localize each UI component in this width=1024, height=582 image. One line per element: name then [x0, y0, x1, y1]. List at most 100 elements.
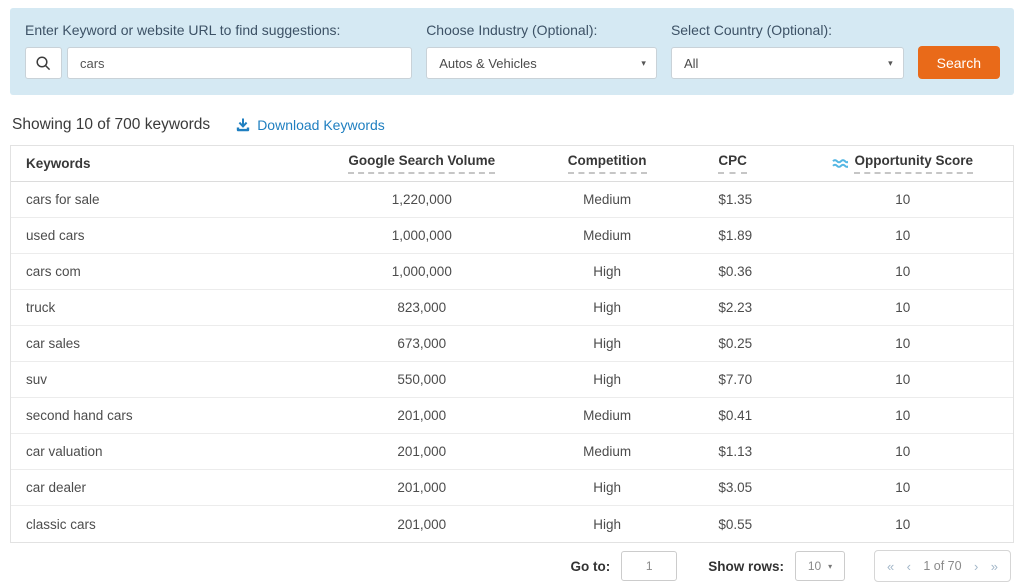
- cell-score: 10: [793, 444, 1013, 459]
- cell-volume: 550,000: [332, 372, 512, 387]
- keywords-table: Keywords Google Search Volume Competitio…: [10, 145, 1014, 543]
- cell-keyword: car valuation: [11, 444, 332, 459]
- download-keywords-link[interactable]: Download Keywords: [236, 117, 385, 133]
- keyword-input[interactable]: [67, 47, 412, 79]
- show-rows-select[interactable]: 10 ▾: [795, 551, 845, 581]
- cell-keyword: classic cars: [11, 517, 332, 532]
- industry-field-group: Choose Industry (Optional): Autos & Vehi…: [426, 22, 657, 79]
- cell-competition: High: [512, 264, 702, 279]
- country-selected-value: All: [684, 56, 698, 71]
- cell-score: 10: [793, 480, 1013, 495]
- cell-score: 10: [793, 372, 1013, 387]
- table-body: cars for sale1,220,000Medium$1.3510used …: [11, 182, 1013, 542]
- show-rows-selected-value: 10: [808, 559, 821, 573]
- pagination-current-page: 1 of 70: [923, 559, 961, 573]
- country-field-group: Select Country (Optional): All ▾: [671, 22, 904, 79]
- column-header-google-search-volume[interactable]: Google Search Volume: [332, 153, 512, 174]
- cell-cpc: $1.35: [702, 192, 792, 207]
- industry-select[interactable]: Autos & Vehicles ▾: [426, 47, 657, 79]
- cell-score: 10: [793, 408, 1013, 423]
- download-link-label: Download Keywords: [257, 117, 385, 133]
- cell-cpc: $0.25: [702, 336, 792, 351]
- dropdown-arrow-icon: ▾: [888, 58, 893, 69]
- dropdown-arrow-icon: ▾: [641, 58, 646, 69]
- cell-score: 10: [793, 192, 1013, 207]
- cell-volume: 201,000: [332, 444, 512, 459]
- cell-competition: Medium: [512, 444, 702, 459]
- show-rows-label: Show rows:: [708, 559, 784, 574]
- cell-volume: 823,000: [332, 300, 512, 315]
- column-header-keywords: Keywords: [11, 156, 332, 171]
- table-row: cars for sale1,220,000Medium$1.3510: [11, 182, 1013, 218]
- cell-volume: 201,000: [332, 517, 512, 532]
- cell-volume: 1,220,000: [332, 192, 512, 207]
- cell-cpc: $1.13: [702, 444, 792, 459]
- cell-volume: 1,000,000: [332, 228, 512, 243]
- table-row: car dealer201,000High$3.0510: [11, 470, 1013, 506]
- industry-selected-value: Autos & Vehicles: [439, 56, 537, 71]
- goto-label: Go to:: [570, 559, 610, 574]
- search-icon: [35, 55, 52, 72]
- download-icon: [236, 118, 250, 132]
- cell-keyword: truck: [11, 300, 332, 315]
- column-header-cpc[interactable]: CPC: [702, 153, 792, 174]
- goto-page-input[interactable]: [621, 551, 677, 581]
- column-header-competition[interactable]: Competition: [512, 153, 702, 174]
- cell-competition: Medium: [512, 228, 702, 243]
- cell-competition: High: [512, 372, 702, 387]
- cell-score: 10: [793, 300, 1013, 315]
- cell-volume: 201,000: [332, 480, 512, 495]
- cell-keyword: second hand cars: [11, 408, 332, 423]
- table-row: second hand cars201,000Medium$0.4110: [11, 398, 1013, 434]
- pagination-last-button[interactable]: »: [991, 560, 998, 573]
- cell-cpc: $2.23: [702, 300, 792, 315]
- cell-cpc: $3.05: [702, 480, 792, 495]
- waves-icon: [832, 158, 848, 169]
- table-row: truck823,000High$2.2310: [11, 290, 1013, 326]
- cell-competition: Medium: [512, 408, 702, 423]
- cell-volume: 1,000,000: [332, 264, 512, 279]
- cell-volume: 201,000: [332, 408, 512, 423]
- cell-cpc: $0.41: [702, 408, 792, 423]
- cell-score: 10: [793, 228, 1013, 243]
- cell-score: 10: [793, 264, 1013, 279]
- cell-keyword: car sales: [11, 336, 332, 351]
- cell-competition: High: [512, 517, 702, 532]
- cell-keyword: cars com: [11, 264, 332, 279]
- cell-cpc: $7.70: [702, 372, 792, 387]
- keyword-field-group: Enter Keyword or website URL to find sug…: [25, 22, 412, 79]
- search-icon-box: [25, 47, 62, 79]
- cell-score: 10: [793, 336, 1013, 351]
- results-bar: Showing 10 of 700 keywords Download Keyw…: [10, 116, 1014, 134]
- cell-competition: High: [512, 300, 702, 315]
- cell-cpc: $1.89: [702, 228, 792, 243]
- table-row: car sales673,000High$0.2510: [11, 326, 1013, 362]
- cell-keyword: cars for sale: [11, 192, 332, 207]
- cell-keyword: used cars: [11, 228, 332, 243]
- search-panel: Enter Keyword or website URL to find sug…: [10, 8, 1014, 95]
- table-row: classic cars201,000High$0.5510: [11, 506, 1013, 542]
- pagination-next-button[interactable]: ›: [974, 560, 978, 573]
- pagination-first-button[interactable]: «: [887, 560, 894, 573]
- industry-field-label: Choose Industry (Optional):: [426, 22, 657, 38]
- country-field-label: Select Country (Optional):: [671, 22, 904, 38]
- table-footer: Go to: Show rows: 10 ▾ « ‹ 1 of 70 › »: [10, 550, 1014, 582]
- keyword-field-label: Enter Keyword or website URL to find sug…: [25, 22, 412, 38]
- country-select[interactable]: All ▾: [671, 47, 904, 79]
- cell-keyword: car dealer: [11, 480, 332, 495]
- cell-score: 10: [793, 517, 1013, 532]
- table-row: cars com1,000,000High$0.3610: [11, 254, 1013, 290]
- table-header-row: Keywords Google Search Volume Competitio…: [11, 146, 1013, 182]
- keyword-tool-page: Enter Keyword or website URL to find sug…: [0, 0, 1024, 582]
- cell-cpc: $0.55: [702, 517, 792, 532]
- search-button[interactable]: Search: [918, 46, 1000, 79]
- pagination-prev-button[interactable]: ‹: [907, 560, 911, 573]
- pagination: « ‹ 1 of 70 › »: [874, 550, 1011, 582]
- results-count-text: Showing 10 of 700 keywords: [12, 116, 210, 134]
- table-row: car valuation201,000Medium$1.1310: [11, 434, 1013, 470]
- dropdown-arrow-icon: ▾: [828, 562, 832, 571]
- column-header-opportunity-score[interactable]: Opportunity Score: [793, 153, 1013, 174]
- cell-volume: 673,000: [332, 336, 512, 351]
- cell-competition: Medium: [512, 192, 702, 207]
- table-row: suv550,000High$7.7010: [11, 362, 1013, 398]
